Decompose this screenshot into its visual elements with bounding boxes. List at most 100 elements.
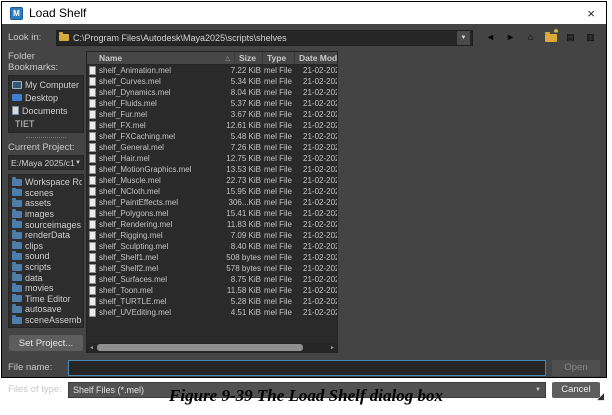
table-row[interactable]: shelf_Polygons.mel 15.41 KiB mel File 21… [87, 208, 337, 219]
table-row[interactable]: shelf_Hair.mel 12.75 KiB mel File 21-02-… [87, 153, 337, 164]
file-icon [89, 209, 96, 218]
file-size-cell: 8.40 KiB [211, 242, 261, 251]
table-row[interactable]: shelf_PaintEffects.mel 306...KiB mel Fil… [87, 197, 337, 208]
workspace-folder-item[interactable]: movies [10, 283, 82, 294]
toolbar-icon[interactable]: ▥ [583, 30, 598, 45]
table-row[interactable]: shelf_NCloth.mel 15.95 KiB mel File 21-0… [87, 186, 337, 197]
table-row[interactable]: shelf_Fur.mel 3.67 KiB mel File 21-02-20… [87, 109, 337, 120]
file-icon [89, 66, 96, 75]
sidebar: Folder Bookmarks: My Computer Desktop Do… [6, 51, 86, 353]
file-icon [89, 198, 96, 207]
title-bar[interactable]: M Load Shelf × [2, 2, 606, 24]
workspace-folder-item[interactable]: sceneAssembly [10, 315, 82, 326]
toolbar-icon[interactable]: ► [503, 30, 518, 45]
table-row[interactable]: shelf_MotionGraphics.mel 13.53 KiB mel F… [87, 164, 337, 175]
table-row[interactable]: shelf_FXCaching.mel 5.48 KiB mel File 21… [87, 131, 337, 142]
file-icon [89, 88, 96, 97]
file-name-input[interactable] [68, 360, 546, 376]
table-row[interactable]: shelf_Toon.mel 11.58 KiB mel File 21-02-… [87, 285, 337, 296]
workspace-folder-item[interactable]: clips [10, 241, 82, 252]
workspace-folder-item[interactable]: assets [10, 198, 82, 209]
path-combobox[interactable]: C:\Program Files\Autodesk\Maya2025\scrip… [56, 30, 473, 46]
current-project-dropdown[interactable]: E:/Maya 2025/c16_t ▼ [8, 155, 84, 170]
table-row[interactable]: shelf_Animation.mel 7.22 KiB mel File 21… [87, 65, 337, 76]
file-icon [89, 297, 96, 306]
file-size-cell: 306...KiB [211, 198, 261, 207]
file-date-cell: 21-02-2024 [297, 198, 337, 207]
file-type-cell: mel File [261, 187, 297, 196]
file-icon [89, 110, 96, 119]
column-header-size[interactable]: Size [235, 52, 263, 64]
folder-icon [12, 179, 22, 186]
column-header-type[interactable]: Type [263, 52, 295, 64]
open-button[interactable]: Open [552, 360, 600, 376]
workspace-folder-item[interactable]: data [10, 272, 82, 283]
file-date-cell: 21-02-2024 [297, 187, 337, 196]
file-size-cell: 578 bytes [211, 264, 261, 273]
workspace-panel: Workspace Root scenes assets images sour… [8, 174, 84, 328]
close-icon[interactable]: × [584, 7, 598, 20]
file-type-cell: mel File [261, 308, 297, 317]
table-row[interactable]: shelf_Curves.mel 5.34 KiB mel File 21-02… [87, 76, 337, 87]
workspace-folder-label: Time Editor [25, 294, 71, 304]
file-date-cell: 21-02-2024 [297, 77, 337, 86]
table-row[interactable]: shelf_UVEditing.mel 4.51 KiB mel File 21… [87, 307, 337, 318]
folder-icon [12, 306, 22, 313]
scrollbar-track[interactable] [95, 344, 329, 351]
toolbar-icon[interactable] [543, 30, 558, 45]
current-project-value: E:/Maya 2025/c16_t [11, 158, 75, 168]
table-row[interactable]: shelf_Shelf2.mel 578 bytes mel File 21-0… [87, 263, 337, 274]
scroll-right-icon[interactable]: ► [329, 345, 336, 351]
path-dropdown-icon[interactable]: ▼ [457, 31, 470, 45]
workspace-folder-item[interactable]: Time Editor [10, 294, 82, 305]
horizontal-scrollbar[interactable]: ◄ ► [87, 343, 337, 352]
file-size-cell: 4.51 KiB [211, 308, 261, 317]
file-name-cell: shelf_Surfaces.mel [99, 275, 211, 284]
file-name-cell: shelf_Shelf1.mel [99, 253, 211, 262]
window-title: Load Shelf [29, 6, 86, 20]
file-name-label: File name: [8, 362, 62, 373]
file-icon [89, 99, 96, 108]
table-row[interactable]: shelf_Sculpting.mel 8.40 KiB mel File 21… [87, 241, 337, 252]
file-name-cell: shelf_Sculpting.mel [99, 242, 211, 251]
table-row[interactable]: shelf_Rigging.mel 7.09 KiB mel File 21-0… [87, 230, 337, 241]
workspace-folder-item[interactable]: renderData [10, 230, 82, 241]
scroll-left-icon[interactable]: ◄ [88, 345, 95, 351]
toolbar-icon[interactable]: ⌂ [523, 30, 538, 45]
maya-app-icon: M [10, 7, 23, 20]
set-project-button[interactable]: Set Project... [9, 335, 83, 351]
workspace-folder-label: Workspace Root [25, 177, 82, 187]
table-row[interactable]: shelf_Dynamics.mel 8.04 KiB mel File 21-… [87, 87, 337, 98]
computer-icon [12, 81, 22, 89]
workspace-folder-item[interactable]: scenes [10, 188, 82, 199]
splitter-handle[interactable] [8, 133, 84, 142]
workspace-folder-item[interactable]: images [10, 209, 82, 220]
workspace-folder-item[interactable]: sound [10, 251, 82, 262]
workspace-folder-item[interactable]: sourceimages [10, 219, 82, 230]
toolbar-icon-glyph [545, 34, 557, 42]
toolbar-icon[interactable]: ◄ [483, 30, 498, 45]
bookmark-item[interactable]: TIET [10, 117, 82, 130]
column-header-name[interactable]: Name △ [87, 52, 235, 64]
workspace-folder-item[interactable]: Workspace Root [10, 177, 82, 188]
file-date-cell: 21-02-2024 [297, 286, 337, 295]
table-row[interactable]: shelf_Surfaces.mel 8.75 KiB mel File 21-… [87, 274, 337, 285]
bookmark-item[interactable]: Documents [10, 104, 82, 117]
bookmark-item[interactable]: My Computer [10, 78, 82, 91]
file-name-cell: shelf_Fluids.mel [99, 99, 211, 108]
folder-icon [12, 242, 22, 249]
file-size-cell: 22.73 KiB [211, 176, 261, 185]
table-row[interactable]: shelf_Fluids.mel 5.37 KiB mel File 21-02… [87, 98, 337, 109]
table-row[interactable]: shelf_Rendering.mel 11.83 KiB mel File 2… [87, 219, 337, 230]
table-row[interactable]: shelf_Muscle.mel 22.73 KiB mel File 21-0… [87, 175, 337, 186]
workspace-folder-item[interactable]: autosave [10, 304, 82, 315]
table-row[interactable]: shelf_Shelf1.mel 508 bytes mel File 21-0… [87, 252, 337, 263]
scrollbar-thumb[interactable] [97, 344, 303, 351]
table-row[interactable]: shelf_FX.mel 12.61 KiB mel File 21-02-20… [87, 120, 337, 131]
workspace-folder-item[interactable]: scripts [10, 262, 82, 273]
table-row[interactable]: shelf_General.mel 7.26 KiB mel File 21-0… [87, 142, 337, 153]
column-header-date[interactable]: Date Modified [295, 52, 337, 64]
bookmark-item[interactable]: Desktop [10, 91, 82, 104]
table-row[interactable]: shelf_TURTLE.mel 5.28 KiB mel File 21-02… [87, 296, 337, 307]
toolbar-icon[interactable]: ▤ [563, 30, 578, 45]
